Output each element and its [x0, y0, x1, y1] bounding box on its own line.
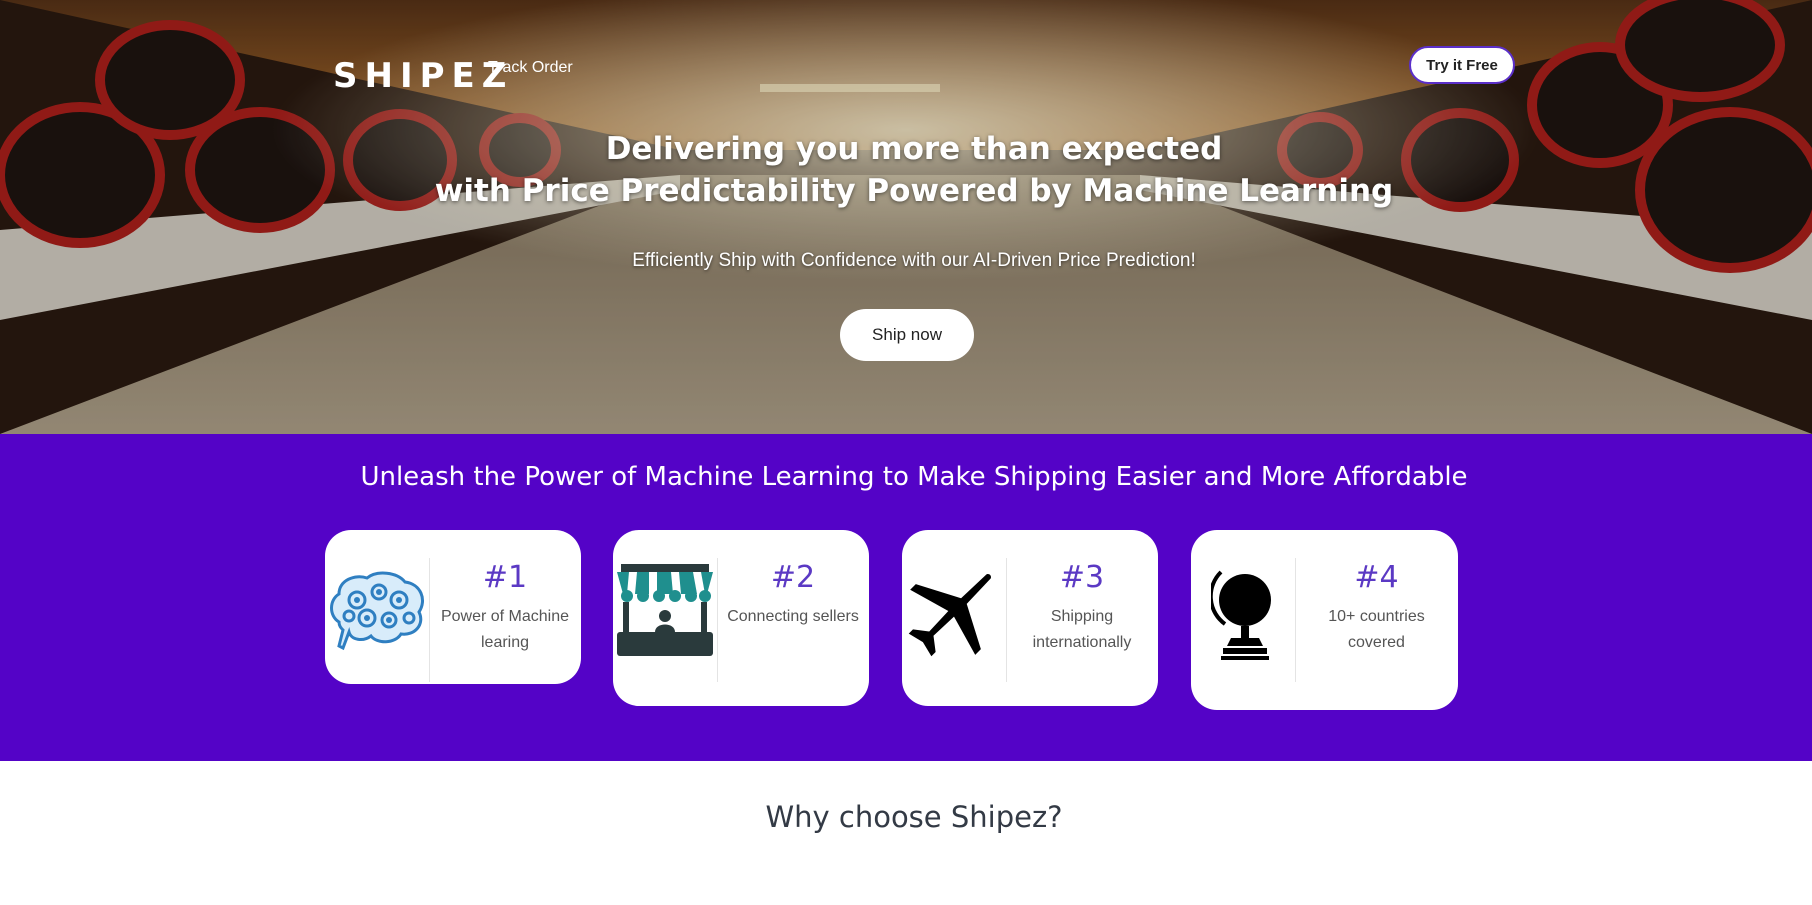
feature-description: Shipping internationally [1006, 604, 1158, 656]
features-section: Unleash the Power of Machine Learning to… [0, 434, 1812, 761]
nav-track-order-link[interactable]: Track Order [488, 59, 573, 77]
hero-section: SHIPEZ Track Order Try it Free Deliverin… [0, 0, 1812, 434]
feature-number: #3 [1059, 560, 1105, 595]
feature-description-line1: Power of Machine [440, 608, 570, 625]
feature-description: 10+ countries covered [1295, 604, 1458, 656]
features-title: Unleash the Power of Machine Learning to… [360, 462, 1468, 492]
feature-description-line2: internationally [1032, 634, 1132, 651]
feature-number: #2 [770, 560, 816, 595]
market-stall-icon [613, 556, 717, 666]
feature-description: Connecting sellers [717, 604, 869, 630]
feature-description-line2: covered [1348, 634, 1405, 651]
feature-card-4: #4 10+ countries covered [1191, 530, 1458, 710]
globe-icon [1191, 556, 1295, 666]
feature-description-line1: Shipping [1050, 608, 1114, 625]
brand-logo[interactable]: SHIPEZ [333, 56, 513, 96]
feature-description-line1: 10+ countries [1328, 608, 1425, 625]
feature-description-line1: Connecting sellers [727, 608, 859, 625]
why-choose-title: Why choose Shipez? [765, 800, 1063, 834]
feature-description: Power of Machine learing [429, 604, 581, 656]
hero-subheadline: Efficiently Ship with Confidence with ou… [632, 250, 1196, 271]
feature-card-1: #1 Power of Machine learing [325, 530, 581, 684]
feature-number: #1 [482, 560, 528, 595]
try-it-free-button[interactable]: Try it Free [1409, 46, 1515, 84]
feature-description-line2: learing [480, 634, 530, 651]
ship-now-button[interactable]: Ship now [840, 309, 974, 361]
airplane-icon [902, 556, 1006, 666]
hero-headline-line2: with Price Predictability Powered by Mac… [434, 173, 1394, 209]
feature-number: #4 [1354, 560, 1399, 595]
hero-headline: Delivering you more than expected with P… [0, 128, 1812, 212]
hero-overlay [0, 0, 1812, 434]
brain-gears-icon [325, 556, 429, 666]
feature-card-3: #3 Shipping internationally [902, 530, 1158, 706]
hero-headline-line1: Delivering you more than expected [605, 131, 1223, 167]
feature-card-2: #2 Connecting sellers [613, 530, 869, 706]
